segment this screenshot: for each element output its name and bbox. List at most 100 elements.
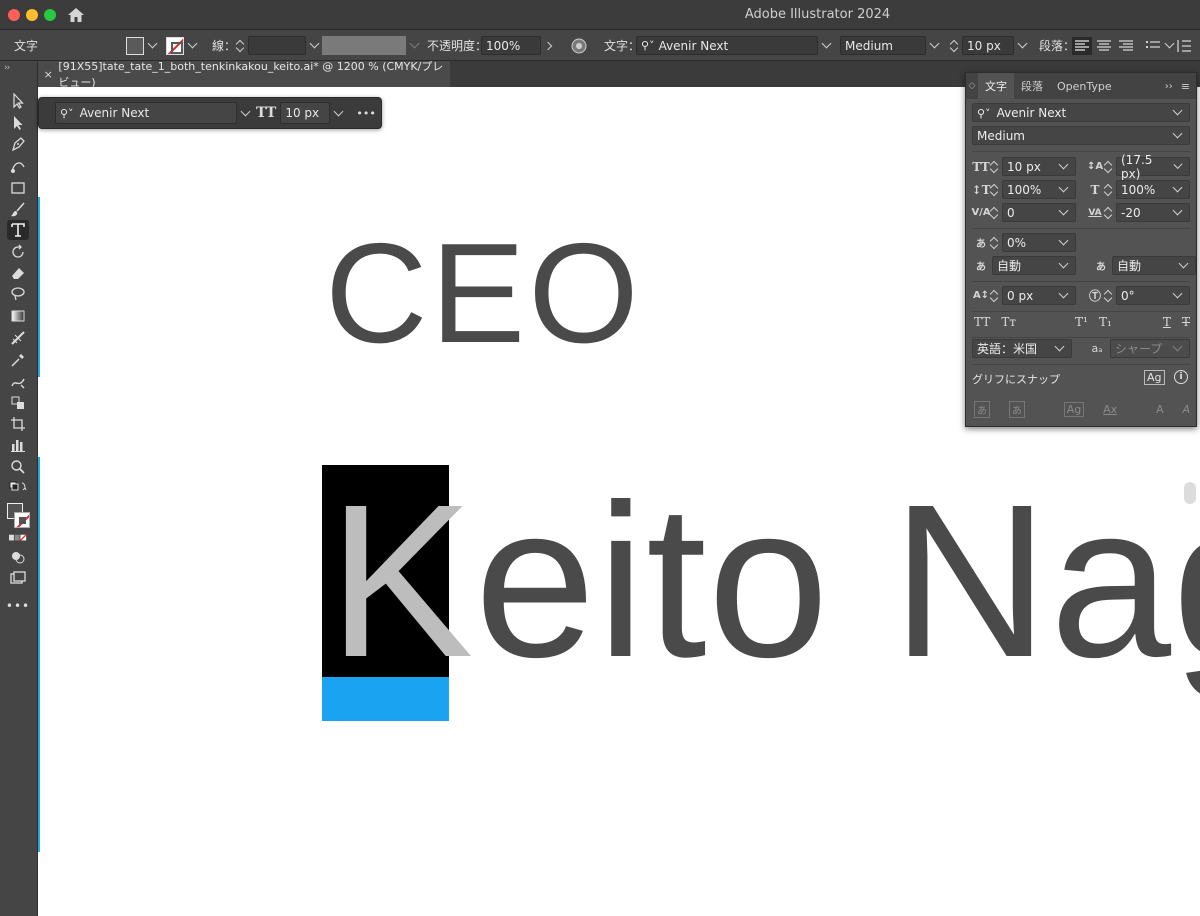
- tab-character[interactable]: 文字: [978, 73, 1014, 99]
- style-dropdown[interactable]: [322, 36, 422, 55]
- draw-mode-icon[interactable]: [7, 547, 29, 567]
- panel-antialias-field[interactable]: aₐ シャープ: [1088, 339, 1190, 358]
- align-center-button[interactable]: [1095, 36, 1113, 55]
- app-title: Adobe Illustrator 2024: [744, 7, 891, 22]
- panel-kerning-field[interactable]: V/A 0: [971, 203, 1076, 222]
- floating-font-size-field[interactable]: 10 px: [280, 102, 346, 124]
- font-style-field[interactable]: Medium: [840, 36, 942, 55]
- panel-language-field[interactable]: 英語：米国: [972, 339, 1072, 358]
- pen-tool-icon[interactable]: [7, 134, 29, 154]
- more-tools-icon[interactable]: •••: [6, 596, 29, 616]
- close-tab-icon[interactable]: ×: [38, 68, 58, 81]
- blend-tool-icon[interactable]: [7, 372, 29, 392]
- floating-font-family-field[interactable]: ⚲˅ Avenir Next: [55, 102, 253, 124]
- rotate-tool-icon[interactable]: [7, 242, 29, 262]
- gradient-tool-icon[interactable]: [7, 306, 29, 326]
- home-icon[interactable]: [67, 7, 85, 23]
- info-icon[interactable]: i: [1174, 370, 1188, 384]
- more-options-icon[interactable]: •••: [356, 107, 375, 120]
- shape-builder-tool-icon[interactable]: [7, 393, 29, 413]
- align-right-button[interactable]: [1117, 36, 1135, 55]
- underline-icon[interactable]: T: [1163, 315, 1171, 329]
- bullets-icon[interactable]: [1145, 36, 1177, 55]
- panel-font-family-field[interactable]: ⚲˅ Avenir Next: [972, 103, 1190, 122]
- superscript-icon[interactable]: T¹: [1075, 315, 1088, 329]
- align-left-button[interactable]: [1072, 36, 1092, 55]
- font-family-field[interactable]: ⚲˅ Avenir Next: [636, 36, 834, 55]
- panel-tsume-field[interactable]: あ 0%: [972, 233, 1076, 252]
- eyedropper-tool-icon[interactable]: [7, 350, 29, 370]
- curvature-tool-icon[interactable]: [7, 156, 29, 176]
- swap-colors-icon[interactable]: [7, 480, 29, 494]
- minimize-window-button[interactable]: [26, 9, 38, 21]
- rectangle-tool-icon[interactable]: [7, 178, 29, 198]
- all-caps-icon[interactable]: TT: [974, 315, 990, 329]
- panel-font-style-field[interactable]: Medium: [972, 126, 1190, 145]
- panel-font-size-field[interactable]: TT 10 px: [972, 157, 1076, 176]
- baseline-shift-icon: A↕: [972, 290, 990, 301]
- glyph-snap-buttons: あ あ Ag Ax A A: [974, 401, 1190, 418]
- mesh-tool-icon[interactable]: [7, 328, 29, 348]
- kerning-icon: V/A: [971, 207, 991, 218]
- glyph-snap-icon[interactable]: Ag: [1144, 370, 1165, 385]
- eraser-tool-icon[interactable]: [7, 263, 29, 283]
- title-bar: Adobe Illustrator 2024: [0, 0, 1200, 30]
- small-caps-icon[interactable]: Tᴛ: [1001, 315, 1016, 329]
- fill-swatch[interactable]: [126, 36, 160, 55]
- snap-xheight-icon[interactable]: あ: [1008, 401, 1025, 418]
- snap-angular-icon[interactable]: A: [1156, 403, 1164, 416]
- screen-mode-icon[interactable]: [7, 568, 29, 588]
- opacity-label: 不透明度：: [427, 39, 488, 53]
- panel-aki-right-field[interactable]: あ 自動: [1092, 256, 1196, 275]
- selected-letter[interactable]: K: [328, 460, 474, 703]
- stroke-weight-field[interactable]: [236, 36, 322, 55]
- font-size-icon: TT: [256, 105, 277, 121]
- snap-glyph-bounds-icon[interactable]: Ag: [1063, 402, 1085, 417]
- snap-anchor-icon[interactable]: A: [1182, 403, 1190, 416]
- selection-tool-icon[interactable]: [7, 91, 29, 111]
- recolor-icon[interactable]: [571, 36, 587, 55]
- panel-menu-icon[interactable]: ≡: [1181, 80, 1190, 93]
- font-size-field[interactable]: 10 px: [950, 36, 1030, 55]
- color-mode-icon[interactable]: [7, 533, 29, 543]
- document-tab-title: [91X55]tate_tate_1_both_tenkinkakou_keit…: [58, 60, 444, 89]
- opacity-field[interactable]: 100%: [481, 36, 553, 55]
- ceo-text[interactable]: CEO: [325, 223, 642, 365]
- panel-tracking-field[interactable]: VA -20: [1086, 203, 1190, 222]
- snap-proximity-icon[interactable]: Ax: [1103, 403, 1117, 416]
- panel-vertical-scale-field[interactable]: ↕T 100%: [972, 180, 1076, 199]
- panel-aki-left-field[interactable]: あ 自動: [972, 256, 1076, 275]
- lasso-tool-icon[interactable]: [7, 284, 29, 304]
- type-tool-icon[interactable]: [7, 220, 29, 240]
- fill-stroke-icon[interactable]: [7, 501, 30, 531]
- direct-selection-tool-icon[interactable]: [7, 113, 29, 133]
- vertical-scrollbar[interactable]: [1184, 482, 1196, 504]
- zoom-tool-icon[interactable]: [7, 457, 29, 477]
- font-size-icon: TT: [972, 159, 990, 174]
- paintbrush-tool-icon[interactable]: [7, 200, 29, 220]
- panel-rotation-field[interactable]: Ⓣ 0°: [1086, 286, 1190, 305]
- panel-grip-icon[interactable]: ◇: [966, 81, 978, 91]
- graph-tool-icon[interactable]: [7, 435, 29, 455]
- panel-collapse-icon[interactable]: ››: [1165, 81, 1173, 92]
- artboard-tool-icon[interactable]: [7, 414, 29, 434]
- panel-baseline-shift-field[interactable]: A↕ 0 px: [972, 286, 1076, 305]
- panel-leading-field[interactable]: ↕A (17.5 px): [1086, 153, 1190, 181]
- mode-label: 文字: [14, 39, 39, 53]
- strikethrough-icon[interactable]: T: [1182, 315, 1190, 329]
- collapse-icon[interactable]: ››: [4, 63, 10, 73]
- antialias-icon: aₐ: [1091, 342, 1103, 355]
- canvas-edge-guide: [38, 457, 40, 852]
- close-window-button[interactable]: [8, 9, 20, 21]
- tab-paragraph[interactable]: 段落: [1014, 73, 1050, 99]
- snap-baseline-icon[interactable]: あ: [974, 401, 990, 418]
- search-icon: ⚲˅: [977, 106, 991, 120]
- numbering-icon[interactable]: [1176, 36, 1192, 55]
- stroke-swatch[interactable]: [166, 36, 200, 55]
- subscript-icon[interactable]: T₁: [1099, 315, 1112, 329]
- panel-horizontal-scale-field[interactable]: T 100%: [1086, 180, 1190, 199]
- zoom-window-button[interactable]: [44, 9, 56, 21]
- name-text[interactable]: Keito Nag: [328, 473, 1200, 691]
- document-tab[interactable]: × [91X55]tate_tate_1_both_tenkinkakou_ke…: [38, 60, 450, 89]
- tab-opentype[interactable]: OpenType: [1050, 73, 1119, 99]
